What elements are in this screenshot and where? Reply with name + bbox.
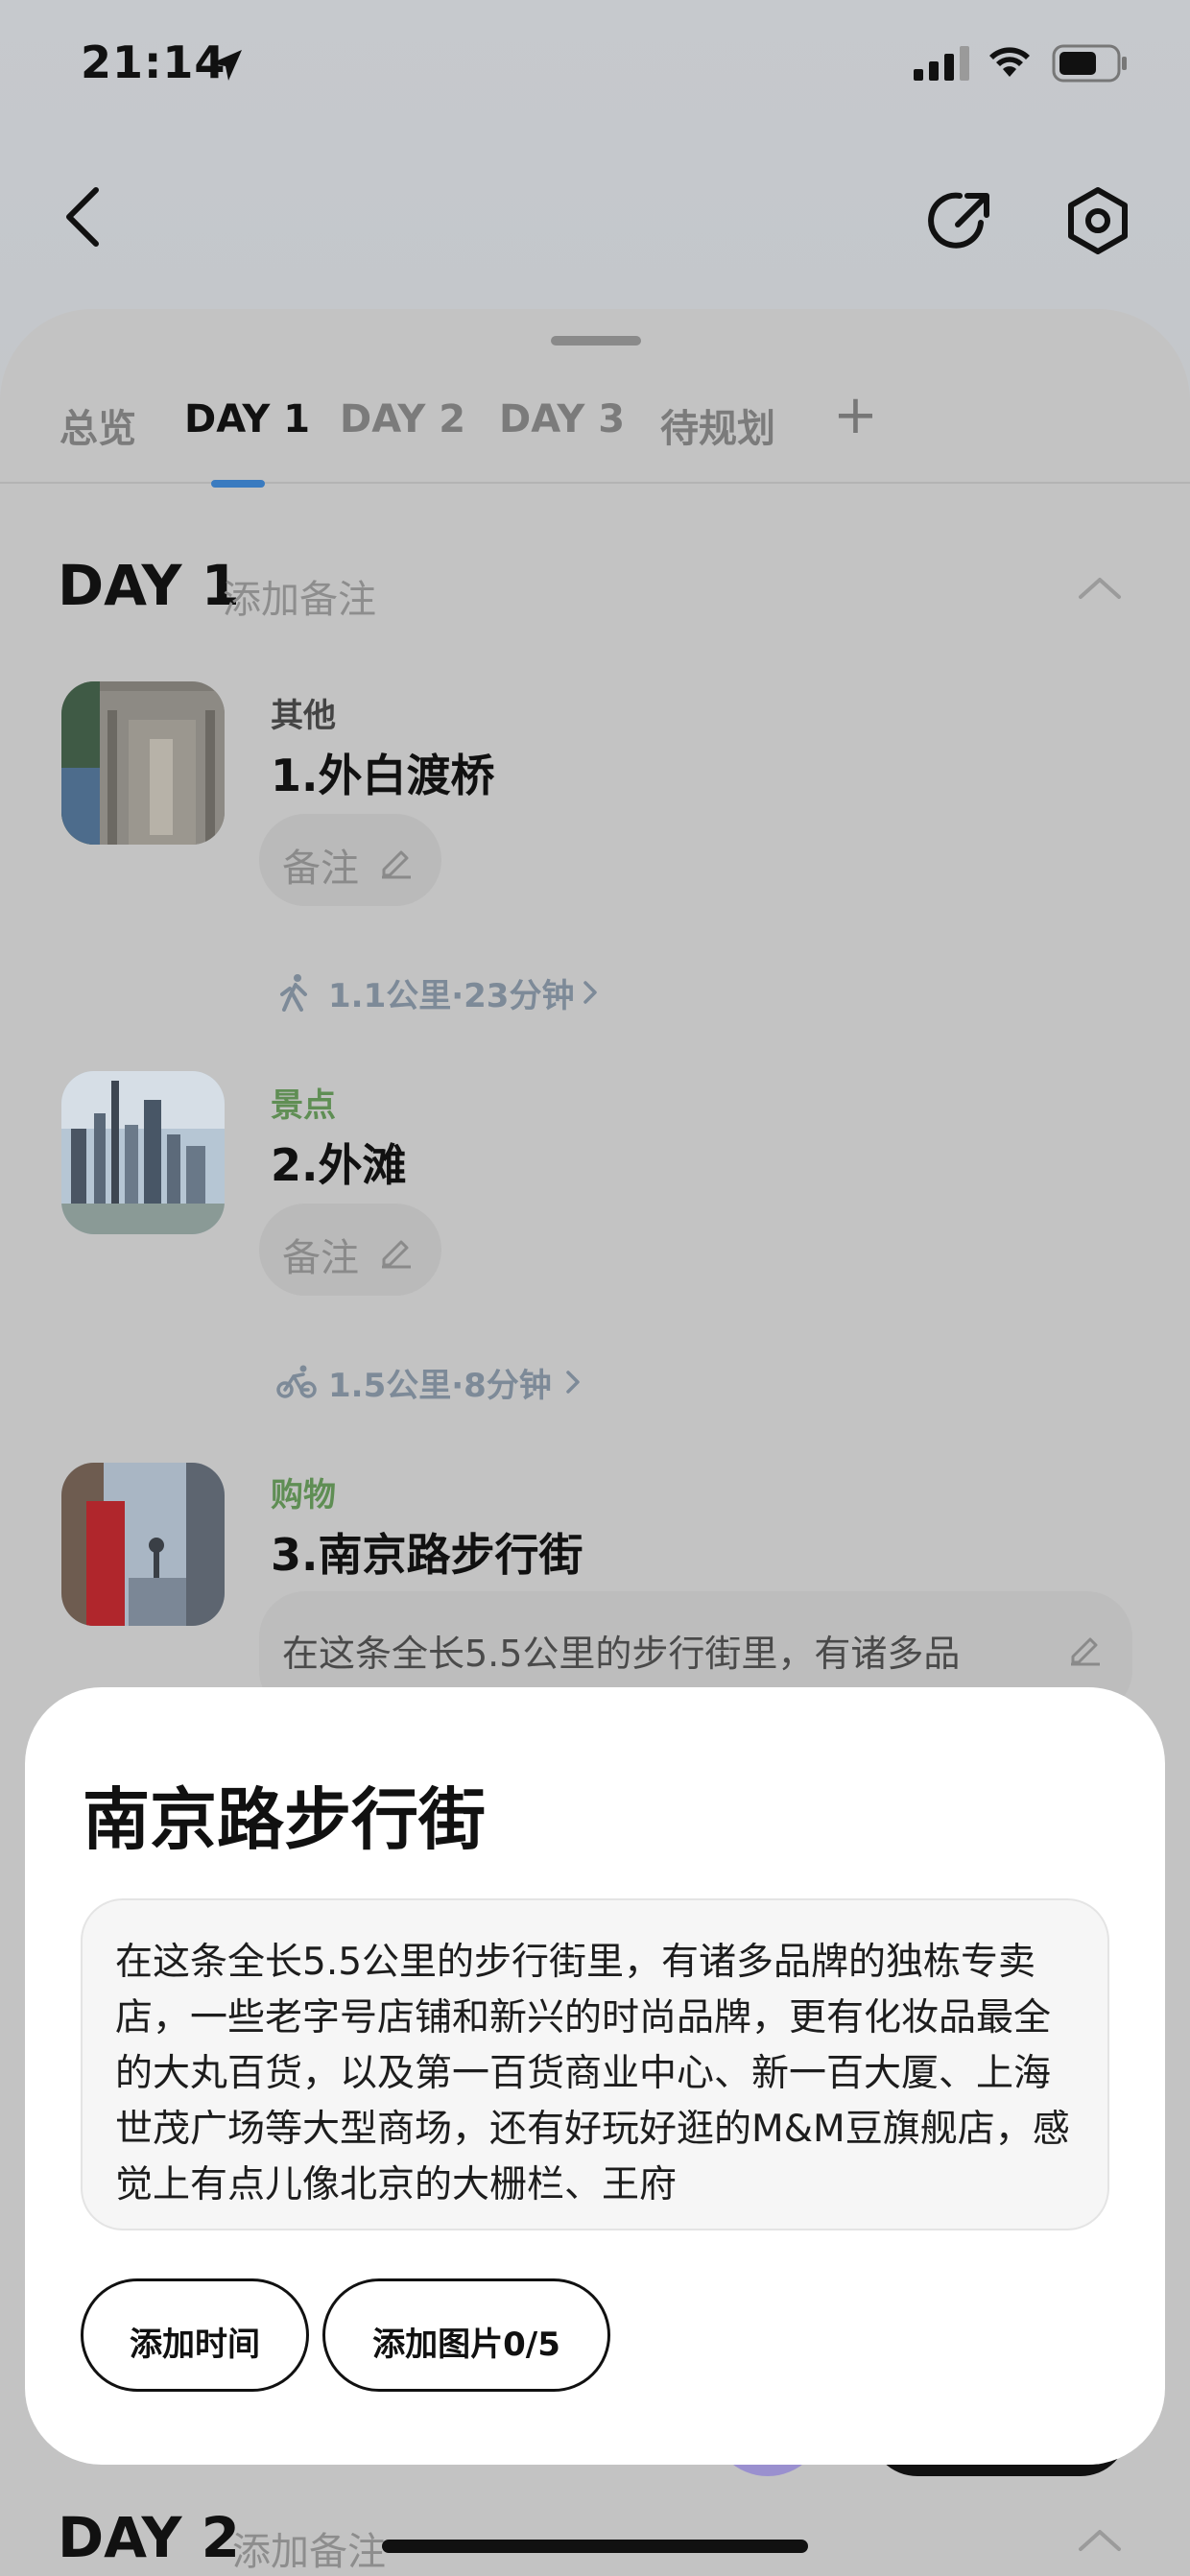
category-label: 其他 xyxy=(271,697,336,735)
screen: 21:14 总览 DAY 1 DAY 2 DAY 3 待规划 + DAY 1 添… xyxy=(0,0,1190,2576)
wifi-icon xyxy=(989,47,1030,77)
add-day-button[interactable]: + xyxy=(833,384,878,446)
walk-icon xyxy=(280,974,307,1012)
add-photo-label: 添加图片0/5 xyxy=(372,2326,560,2364)
place-thumbnail[interactable] xyxy=(61,1463,225,1626)
drag-handle[interactable] xyxy=(551,336,641,346)
place-thumbnail[interactable] xyxy=(61,681,225,845)
chevron-right-icon xyxy=(566,1371,580,1394)
place-name[interactable]: 2.外滩 xyxy=(271,1131,406,1194)
add-time-label: 添加时间 xyxy=(130,2326,260,2364)
bike-icon xyxy=(276,1365,317,1398)
place-name[interactable]: 1.外白渡桥 xyxy=(271,741,494,804)
signal-icon xyxy=(914,46,969,81)
day2-title: DAY 2 xyxy=(58,2505,241,2570)
add-photo-button[interactable]: 添加图片0/5 xyxy=(322,2278,610,2392)
detail-description: 在这条全长5.5公里的步行街里，有诸多品牌的独栋专卖店，一些老字号店铺和新兴的时… xyxy=(115,1941,1070,2206)
detail-title: 南京路步行街 xyxy=(83,1780,486,1859)
add-time-button[interactable]: 添加时间 xyxy=(81,2278,309,2392)
tab-day1[interactable]: DAY 1 xyxy=(184,397,310,441)
active-tab-indicator xyxy=(211,480,265,488)
chevron-up-icon[interactable] xyxy=(1077,574,1123,601)
pencil-icon xyxy=(382,1240,411,1269)
settings-icon[interactable] xyxy=(1061,184,1134,257)
place-detail-card: 南京路步行街 在这条全长5.5公里的步行街里，有诸多品牌的独栋专卖店，一些老字号… xyxy=(25,1687,1165,2465)
back-icon[interactable] xyxy=(56,182,109,250)
status-bar: 21:14 xyxy=(0,0,1190,134)
place-thumbnail[interactable] xyxy=(61,1071,225,1234)
day1-add-note[interactable]: 添加备注 xyxy=(223,568,376,624)
tab-day2[interactable]: DAY 2 xyxy=(340,397,465,441)
pencil-icon xyxy=(1071,1637,1100,1666)
battery-icon xyxy=(1052,44,1127,83)
chevron-up-icon[interactable] xyxy=(1077,2526,1123,2553)
category-label: 购物 xyxy=(271,1476,336,1515)
day2-add-note[interactable]: 添加备注 xyxy=(232,2520,386,2576)
tab-overview[interactable]: 总览 xyxy=(60,397,136,453)
home-indicator xyxy=(382,2540,808,2553)
detail-description-box[interactable]: 在这条全长5.5公里的步行街里，有诸多品牌的独栋专卖店，一些老字号店铺和新兴的时… xyxy=(81,1898,1109,2230)
note-label: 备注 xyxy=(282,847,359,891)
route-segment[interactable]: 1.1公里·23分钟 xyxy=(276,969,622,1015)
tab-to-plan[interactable]: 待规划 xyxy=(660,397,775,453)
route-text: 1.1公里·23分钟 xyxy=(328,977,575,1015)
place-name[interactable]: 3.南京路步行街 xyxy=(271,1520,583,1584)
note-preview-text: 在这条全长5.5公里的步行街里，有诸多品 xyxy=(282,1633,961,1675)
route-segment[interactable]: 1.5公里·8分钟 xyxy=(276,1359,603,1405)
tab-day3[interactable]: DAY 3 xyxy=(499,397,625,441)
chevron-right-icon xyxy=(583,981,597,1004)
location-arrow-icon xyxy=(211,50,242,81)
note-button[interactable]: 备注 xyxy=(259,814,441,906)
pencil-icon xyxy=(382,850,411,879)
day-tabs: 总览 DAY 1 DAY 2 DAY 3 待规划 + xyxy=(0,384,1190,488)
category-label: 景点 xyxy=(271,1086,336,1125)
note-label: 备注 xyxy=(282,1236,359,1280)
day1-title: DAY 1 xyxy=(58,553,241,618)
route-text: 1.5公里·8分钟 xyxy=(328,1367,552,1405)
note-button[interactable]: 备注 xyxy=(259,1204,441,1296)
share-icon[interactable] xyxy=(923,184,996,257)
status-time: 21:14 xyxy=(81,36,226,88)
